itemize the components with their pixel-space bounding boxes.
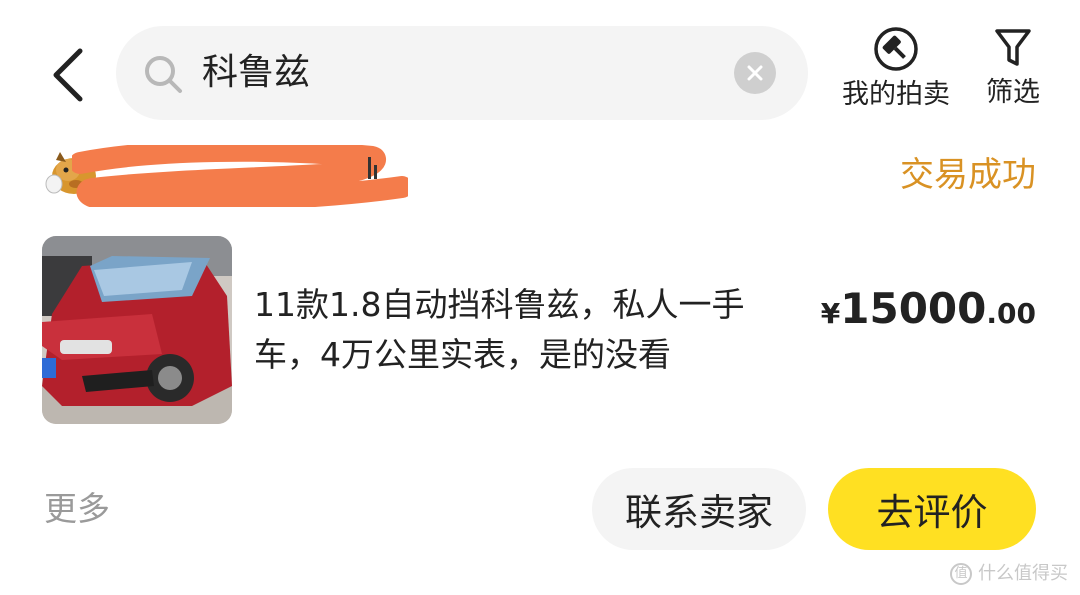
price-currency: ¥ xyxy=(820,297,841,330)
search-query[interactable]: 科鲁兹 xyxy=(202,48,310,98)
clear-search-button[interactable] xyxy=(734,52,776,94)
price-integer: 15000 xyxy=(840,284,987,333)
clear-icon xyxy=(747,65,763,81)
item-thumbnail[interactable] xyxy=(42,236,232,424)
back-button[interactable] xyxy=(40,40,96,110)
car-photo xyxy=(42,236,232,424)
my-auction-label: 我的拍卖 xyxy=(842,79,950,110)
watermark-icon: 值 xyxy=(950,563,972,585)
item-price: ¥15000.00 xyxy=(821,284,1036,333)
more-button[interactable]: 更多 xyxy=(44,486,110,532)
watermark-text: 什么值得买 xyxy=(978,563,1068,584)
site-watermark: 值 什么值得买 xyxy=(950,563,1068,585)
order-status: 交易成功 xyxy=(900,155,1036,195)
auction-hammer-icon xyxy=(874,27,918,71)
redaction-scribble xyxy=(72,145,408,207)
search-bar[interactable]: 科鲁兹 xyxy=(116,26,808,120)
price-decimal: .00 xyxy=(986,297,1036,330)
my-auction-button[interactable]: 我的拍卖 xyxy=(836,26,956,118)
filter-funnel-icon xyxy=(995,29,1031,66)
review-button[interactable]: 去评价 xyxy=(828,468,1036,550)
filter-button[interactable]: 筛选 xyxy=(978,26,1048,118)
filter-label: 筛选 xyxy=(986,77,1040,108)
seller-name-redacted[interactable] xyxy=(72,145,408,207)
search-icon xyxy=(145,56,182,93)
back-arrow-icon xyxy=(53,48,83,102)
item-title[interactable]: 11款1.8自动挡科鲁兹，私人一手车，4万公里实表，是的没看 xyxy=(254,280,794,380)
contact-seller-button[interactable]: 联系卖家 xyxy=(592,468,806,550)
